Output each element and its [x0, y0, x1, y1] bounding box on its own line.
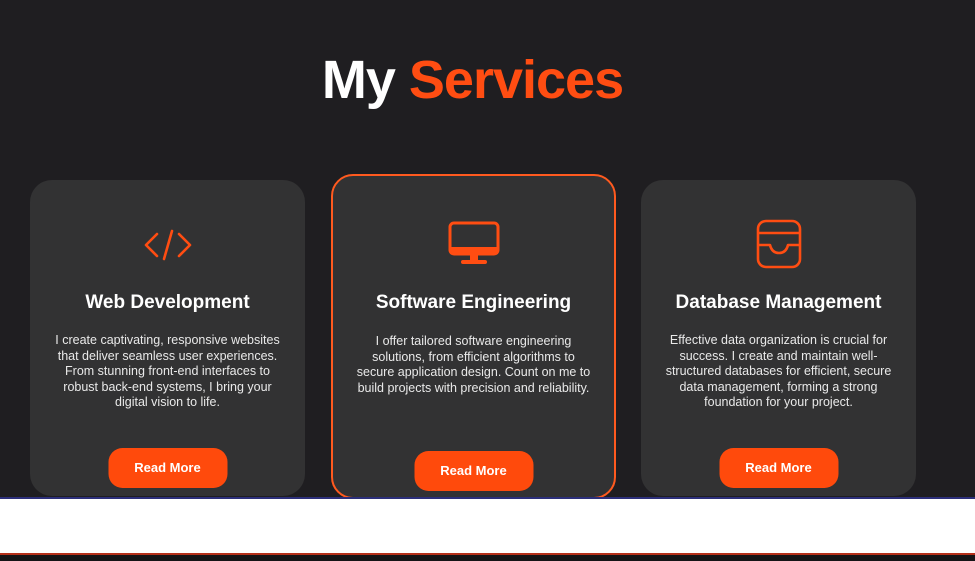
white-bar: [0, 499, 975, 553]
read-more-button[interactable]: Read More: [719, 448, 838, 488]
services-heading: My Services: [0, 44, 945, 116]
inbox-tray-icon: [755, 218, 803, 275]
bottom-strip: [0, 555, 975, 561]
services-section: My Services Web Development I create cap…: [0, 0, 975, 499]
card-description: Effective data organization is crucial f…: [665, 333, 892, 409]
code-icon: [142, 228, 194, 267]
service-card-database-management: Database Management Effective data organ…: [641, 180, 916, 496]
card-title: Web Development: [85, 292, 250, 313]
heading-word-my: My: [321, 50, 396, 110]
page: My Services Web Development I create cap…: [0, 0, 975, 561]
card-title: Database Management: [675, 292, 882, 313]
heading-word-services: Services: [408, 50, 624, 110]
card-title: Software Engineering: [375, 292, 572, 313]
read-more-button[interactable]: Read More: [414, 451, 533, 491]
monitor-icon: [447, 220, 501, 271]
service-card-software-engineering: Software Engineering I offer tailored so…: [331, 174, 616, 499]
card-description: I offer tailored software engineering so…: [356, 334, 591, 395]
read-more-button[interactable]: Read More: [108, 448, 227, 488]
card-description: I create captivating, responsive website…: [55, 333, 280, 409]
service-card-web-development: Web Development I create captivating, re…: [30, 180, 305, 496]
